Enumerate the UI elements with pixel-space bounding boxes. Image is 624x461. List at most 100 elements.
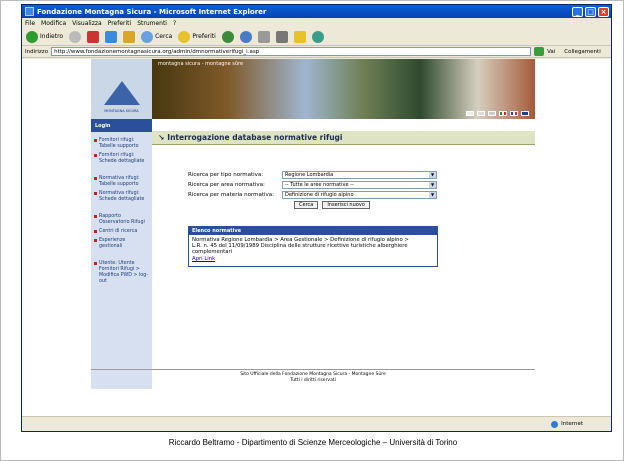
window-title: Fondazione Montagna Sicura - Microsoft I… bbox=[37, 7, 267, 16]
logo-text: MONTAGNA SICURA bbox=[104, 109, 139, 113]
sidebar-item[interactable]: Esperienze gestionali bbox=[94, 238, 149, 250]
bullet-icon bbox=[94, 215, 97, 218]
back-arrow-icon bbox=[26, 30, 38, 43]
sidebar-item-label: Fornitori rifugi: Tabelle supporto bbox=[99, 138, 139, 149]
bullet-icon bbox=[94, 177, 97, 180]
search-label: Cerca bbox=[155, 33, 173, 40]
sidebar-item-label: Normativa rifugi: Tabelle supporto bbox=[99, 176, 140, 187]
materia-select[interactable]: Definizione di rifugio alpino ▼ bbox=[282, 191, 437, 199]
area-value: -- Tutte le aree normative -- bbox=[285, 182, 354, 188]
print-page-icon[interactable] bbox=[466, 111, 474, 116]
bullet-icon bbox=[94, 239, 97, 242]
search-icon bbox=[141, 30, 154, 43]
stop-icon[interactable] bbox=[87, 30, 100, 43]
folder-icon[interactable] bbox=[293, 30, 306, 43]
section-title-text: Interrogazione database normative rifugi bbox=[167, 133, 343, 142]
flag-italy-icon[interactable] bbox=[499, 111, 507, 116]
address-input[interactable]: http://www.fondazionemontagnasicura.org/… bbox=[51, 47, 532, 56]
favorites-label: Preferiti bbox=[192, 33, 216, 40]
menu-file[interactable]: File bbox=[25, 20, 35, 27]
close-button[interactable]: × bbox=[598, 6, 609, 17]
menu-bar: File Modifica Visualizza Preferiti Strum… bbox=[22, 18, 611, 28]
maximize-button[interactable]: □ bbox=[585, 6, 596, 17]
inserisci-nuovo-button[interactable]: Inserisci nuovo bbox=[322, 201, 370, 209]
go-icon[interactable] bbox=[534, 47, 545, 56]
browser-window: Fondazione Montagna Sicura - Microsoft I… bbox=[21, 4, 612, 432]
ie-icon bbox=[25, 7, 34, 16]
sidebar-item[interactable]: Fornitori rifugi: Tabelle supporto bbox=[94, 138, 149, 150]
tipo-value: Regione Lombardia bbox=[285, 172, 334, 178]
links-label[interactable]: Collegamenti bbox=[564, 49, 600, 55]
bullet-icon bbox=[94, 154, 97, 157]
sidebar-item[interactable]: Normativa rifugi: Schede dettagliate bbox=[94, 191, 149, 203]
chevron-down-icon: ▼ bbox=[429, 172, 436, 178]
sidebar: Fornitori rifugi: Tabelle supporto Fornit… bbox=[91, 132, 152, 389]
sidebar-item-label: Esperienze gestionali bbox=[99, 238, 126, 249]
banner-text: montagna sicura - montagne sûre bbox=[158, 61, 244, 67]
sidebar-item[interactable]: Centri di ricerca bbox=[94, 229, 149, 235]
flag-uk-icon[interactable] bbox=[521, 111, 529, 116]
bullet-icon bbox=[94, 262, 97, 265]
slide-caption: Riccardo Beltramo - Dipartimento di Scie… bbox=[168, 438, 458, 447]
footer-line2: Tutti i diritti riservati bbox=[290, 377, 336, 383]
materia-label: Ricerca per materia normativa: bbox=[188, 192, 275, 198]
mail-icon[interactable] bbox=[257, 30, 270, 43]
search-form: Ricerca per tipo normativa: Regione Lomb… bbox=[188, 170, 438, 209]
mail-page-icon[interactable] bbox=[477, 111, 485, 116]
go-label[interactable]: Vai bbox=[547, 49, 555, 55]
menu-modifica[interactable]: Modifica bbox=[41, 20, 66, 27]
area-label: Ricerca per area normativa: bbox=[188, 182, 265, 188]
favorites-button[interactable]: Preferiti bbox=[178, 30, 216, 43]
home-icon[interactable] bbox=[123, 30, 136, 43]
media-icon[interactable] bbox=[221, 30, 234, 43]
site-banner: montagna sicura - montagne sûre bbox=[152, 59, 535, 119]
area-select[interactable]: -- Tutte le aree normative -- ▼ bbox=[282, 181, 437, 189]
cerca-button[interactable]: Cerca bbox=[294, 201, 319, 209]
sidebar-item[interactable]: Normativa rifugi: Tabelle supporto bbox=[94, 176, 149, 188]
login-link[interactable]: Login bbox=[91, 119, 152, 132]
info-icon[interactable] bbox=[488, 111, 496, 116]
menu-strumenti[interactable]: Strumenti bbox=[137, 20, 167, 27]
star-icon bbox=[178, 30, 191, 43]
results-panel: Elenco normative Normativa Regione Lomba… bbox=[188, 226, 438, 267]
print-icon[interactable] bbox=[275, 30, 288, 43]
minimize-button[interactable]: _ bbox=[572, 6, 583, 17]
sidebar-item[interactable]: Fornitori rifugi: Schede dettagliate bbox=[94, 153, 149, 165]
sidebar-item-label: Utente: Utente Fornitori Rifugi > Modifi… bbox=[99, 261, 149, 284]
page-content: MONTAGNA SICURA montagna sicura - montag… bbox=[22, 59, 611, 416]
menu-help[interactable]: ? bbox=[173, 20, 176, 27]
back-button[interactable]: Indietro bbox=[26, 30, 63, 43]
history-icon[interactable] bbox=[239, 30, 252, 43]
status-bar: Internet bbox=[22, 416, 611, 431]
messenger-icon[interactable] bbox=[311, 30, 324, 43]
materia-value: Definizione di rifugio alpino bbox=[285, 192, 354, 198]
site-logo[interactable]: MONTAGNA SICURA bbox=[91, 59, 152, 119]
menu-visualizza[interactable]: Visualizza bbox=[72, 20, 102, 27]
sidebar-item[interactable]: Rapporto Osservatorio Rifugi bbox=[94, 214, 149, 226]
search-button[interactable]: Cerca bbox=[141, 30, 173, 43]
mountain-logo-icon bbox=[103, 81, 140, 105]
results-header: Elenco normative bbox=[189, 227, 437, 235]
menu-preferiti[interactable]: Preferiti bbox=[108, 20, 132, 27]
bullet-icon bbox=[94, 192, 97, 195]
section-arrow-icon: ↘ bbox=[158, 133, 165, 142]
toolbar: Indietro Cerca Preferiti bbox=[22, 28, 611, 46]
language-flags bbox=[466, 111, 529, 116]
website: MONTAGNA SICURA montagna sicura - montag… bbox=[91, 59, 535, 389]
forward-arrow-icon[interactable] bbox=[69, 30, 82, 43]
apri-link[interactable]: Apri Link bbox=[192, 256, 434, 262]
sidebar-item[interactable]: Utente: Utente Fornitori Rifugi > Modifi… bbox=[94, 261, 149, 285]
results-law: L.R. n. 45 del 11/09/1989 Disciplina del… bbox=[192, 243, 408, 256]
refresh-icon[interactable] bbox=[105, 30, 118, 43]
bullet-icon bbox=[94, 139, 97, 142]
address-label: Indirizzo bbox=[25, 48, 49, 55]
title-bar: Fondazione Montagna Sicura - Microsoft I… bbox=[22, 5, 611, 18]
internet-zone-icon bbox=[551, 420, 559, 428]
flag-france-icon[interactable] bbox=[510, 111, 518, 116]
tipo-select[interactable]: Regione Lombardia ▼ bbox=[282, 171, 437, 179]
site-footer: Sito Ufficiale della Fondazione Montagna… bbox=[91, 369, 535, 383]
slide-frame: Fondazione Montagna Sicura - Microsoft I… bbox=[0, 0, 624, 461]
